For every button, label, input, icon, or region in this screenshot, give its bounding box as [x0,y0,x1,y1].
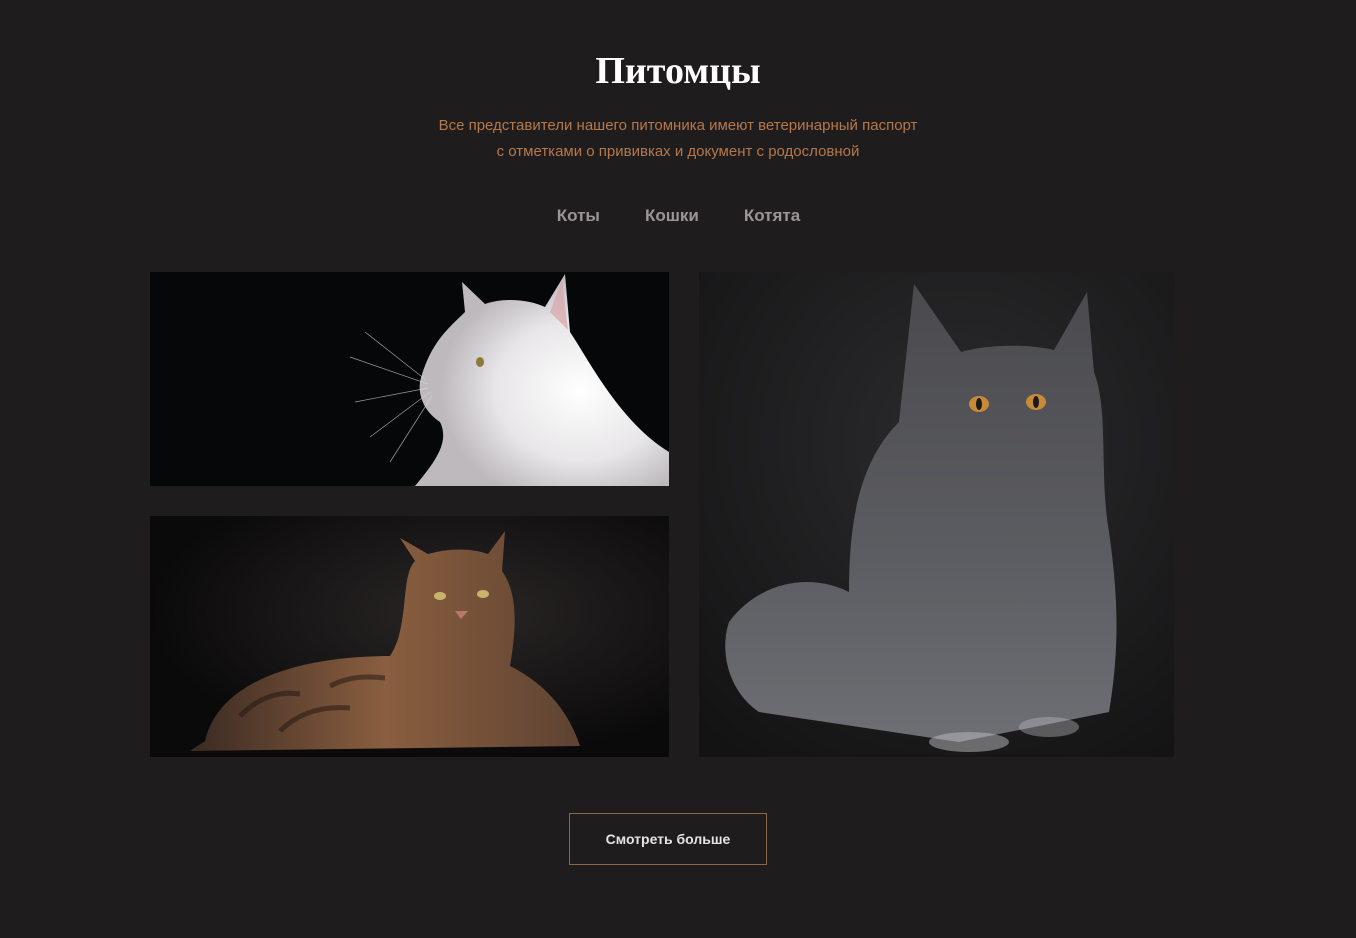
white-cat-photo[interactable] [150,272,669,486]
tabby-cat-photo[interactable] [150,516,669,757]
view-more-button[interactable]: Смотреть больше [569,813,767,865]
subtitle-line-2: с отметками о прививках и документ с род… [496,143,860,160]
section-title: Питомцы [595,50,761,92]
section-subtitle: Все представители нашего питомника имеют… [0,113,1356,165]
tab-cats[interactable]: Коты [556,204,600,228]
tab-kittens[interactable]: Котята [743,204,800,228]
category-tabs: Коты Кошки Котята [0,204,1356,228]
pets-section: Питомцы Все представители нашего питомни… [0,0,1356,938]
subtitle-line-1: Все представители нашего питомника имеют… [438,117,918,134]
tab-female-cats[interactable]: Кошки [644,204,699,228]
gray-cat-photo[interactable] [699,272,1174,757]
